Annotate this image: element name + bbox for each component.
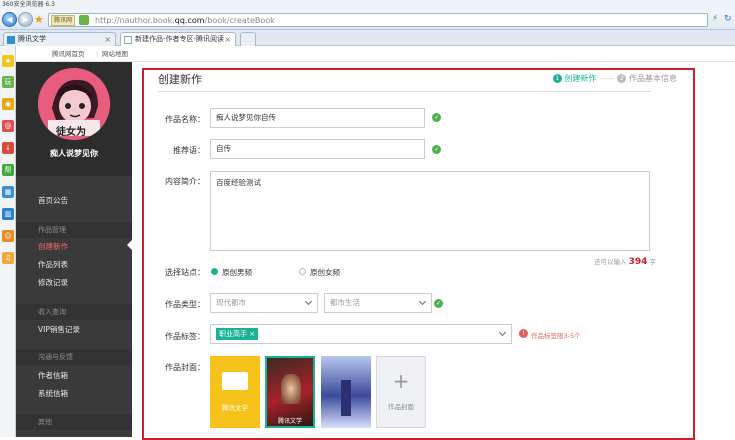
intro-char-counter: 还可以输入 394 字: [594, 257, 656, 267]
author-sidebar: 徒女为 痴人说梦见你 首页公告 作品管理 创建新作 作品列表 修改记录 收入查询…: [16, 62, 132, 437]
username: 痴人说梦见你: [50, 149, 98, 158]
type-select-secondary[interactable]: 都市生活: [324, 293, 432, 313]
tab-bar: 腾讯文学 × 新建作品-作者专区-腾讯阅读 ×: [0, 30, 735, 46]
close-tab-icon[interactable]: ×: [104, 33, 111, 46]
intro-label: 内容简介：: [165, 177, 205, 186]
nav-home-notice[interactable]: 首页公告: [38, 195, 68, 206]
site-radio-female[interactable]: [299, 268, 306, 275]
step1-badge: 1: [552, 74, 562, 83]
tags-input[interactable]: 职业高手 ×: [210, 324, 512, 344]
link-tencent-home[interactable]: 腾讯网首页: [52, 46, 85, 62]
tags-label: 作品标签：: [165, 332, 205, 341]
tab-favicon-icon: [124, 36, 132, 44]
plus-icon: +: [392, 369, 410, 393]
window-title: 360安全浏览器 6.3: [0, 0, 735, 10]
site-option-female[interactable]: 原创女频: [310, 267, 340, 278]
nav-head-other: 其他: [16, 414, 132, 430]
face-icon[interactable]: ☺: [2, 230, 14, 242]
site-tag[interactable]: 腾讯网: [51, 15, 76, 26]
step2-label: 作品基本信息: [629, 74, 677, 83]
nav-author-mailbox[interactable]: 作者信箱: [38, 370, 68, 381]
weibo-icon[interactable]: ◉: [2, 98, 14, 110]
intro-remaining-count: 394: [628, 257, 648, 267]
game-icon[interactable]: 玩: [2, 76, 14, 88]
nav-edit-history[interactable]: 修改记录: [38, 277, 68, 288]
warning-icon: !: [519, 329, 528, 338]
cover-tower-icon: [341, 380, 351, 416]
favorite-star-icon[interactable]: ★: [34, 13, 44, 26]
cover-option-fantasy[interactable]: [321, 356, 371, 428]
refresh-icon[interactable]: ↻: [724, 14, 732, 24]
site-radio-male[interactable]: [211, 268, 218, 275]
type-select-primary[interactable]: 现代都市: [210, 293, 318, 313]
site-label: 选择站点：: [165, 268, 205, 277]
nav-system-mailbox[interactable]: 系统信箱: [38, 388, 68, 399]
nav-works-list[interactable]: 作品列表: [38, 259, 68, 270]
chevron-down-icon: [498, 328, 507, 337]
tab-tencent-literature[interactable]: 腾讯文学 ×: [3, 32, 116, 46]
site-top-links: 腾讯网首页 | 网站地图: [16, 46, 735, 62]
title-divider: [158, 91, 651, 92]
nav-create-new[interactable]: 创建新作: [38, 241, 68, 252]
cover-option-selected[interactable]: 腾讯文学: [265, 356, 315, 428]
create-book-panel: 创建新作 1 创建新作 —— 2 作品基本信息 作品名称： 痴人说梦见你自传 ✓…: [142, 68, 695, 440]
link-sitemap[interactable]: 网站地图: [102, 46, 128, 62]
cover-upload-button[interactable]: + 作品封面: [376, 356, 426, 428]
url-input[interactable]: 腾讯网 http://nauthor.book.qq.com/book/crea…: [48, 13, 708, 27]
chevron-down-icon: [418, 297, 427, 306]
link-divider: |: [96, 50, 99, 58]
profile-panel: 徒女为 痴人说梦见你: [16, 62, 132, 176]
page-title: 创建新作: [158, 73, 202, 86]
tag-chip[interactable]: 职业高手 ×: [216, 328, 259, 340]
name-valid-check-icon: ✓: [432, 113, 441, 122]
nav-head-income: 收入查询: [16, 304, 132, 320]
nav-head-feedback: 沟通与反馈: [16, 349, 132, 365]
download-icon[interactable]: ↓: [2, 142, 14, 154]
step-connector: ——: [598, 74, 615, 83]
book-name-input[interactable]: 痴人说梦见你自传: [210, 108, 425, 128]
avatar-caption: 徒女为: [56, 127, 86, 138]
favorites-star-icon[interactable]: ★: [2, 55, 14, 67]
lightning-icon[interactable]: ⚡: [712, 14, 718, 24]
help-icon[interactable]: 帮: [2, 164, 14, 176]
avatar[interactable]: 徒女为: [38, 68, 110, 140]
cover-figure-icon: [281, 374, 301, 404]
browser-sidebar: ★ 玩 ◉ @ ↓ 帮 ▦ ▥ ☺ ♫: [0, 46, 16, 437]
url-text: http://nauthor.book.qq.com/book/createBo…: [95, 16, 275, 25]
close-tab-icon[interactable]: ×: [224, 33, 231, 46]
intro-textarea[interactable]: 百度经验测试: [210, 171, 650, 251]
cover-option-default[interactable]: 腾讯文学: [210, 356, 260, 428]
slogan-input[interactable]: 自传: [210, 139, 425, 159]
new-tab-button[interactable]: [240, 32, 256, 46]
nav-head-works: 作品管理: [16, 222, 132, 238]
site-option-male[interactable]: 原创男频: [222, 267, 252, 278]
type-valid-check-icon: ✓: [434, 299, 443, 308]
type-label: 作品类型：: [165, 300, 205, 309]
forward-icon[interactable]: ▶: [18, 12, 33, 27]
back-icon[interactable]: ◀: [2, 12, 17, 27]
slogan-valid-check-icon: ✓: [432, 145, 441, 154]
chevron-down-icon: [304, 297, 313, 306]
tab-favicon-icon: [7, 36, 15, 44]
mail-icon[interactable]: @: [2, 120, 14, 132]
step2-badge: 2: [617, 74, 627, 83]
remove-tag-icon[interactable]: ×: [249, 330, 255, 338]
slogan-label: 推荐语：: [173, 146, 205, 155]
security-shield-icon: [79, 15, 89, 25]
tag-hint: 作品标签限3-5个: [531, 332, 581, 340]
name-label: 作品名称：: [165, 115, 205, 124]
calendar-icon[interactable]: ▦: [2, 186, 14, 198]
active-caret-icon: [127, 240, 132, 250]
book-icon: [222, 372, 248, 390]
address-toolbar: ◀ ▶ ★ 腾讯网 http://nauthor.book.qq.com/boo…: [0, 10, 735, 30]
music-icon[interactable]: ♫: [2, 252, 14, 264]
book-icon[interactable]: ▥: [2, 208, 14, 220]
step1-label: 创建新作: [564, 74, 597, 83]
step-indicator: 1 创建新作 —— 2 作品基本信息: [552, 73, 677, 84]
cover-label: 作品封面：: [165, 363, 205, 372]
nav-vip-sales[interactable]: VIP销售记录: [38, 324, 80, 335]
tab-create-book[interactable]: 新建作品-作者专区-腾讯阅读 ×: [120, 32, 236, 46]
